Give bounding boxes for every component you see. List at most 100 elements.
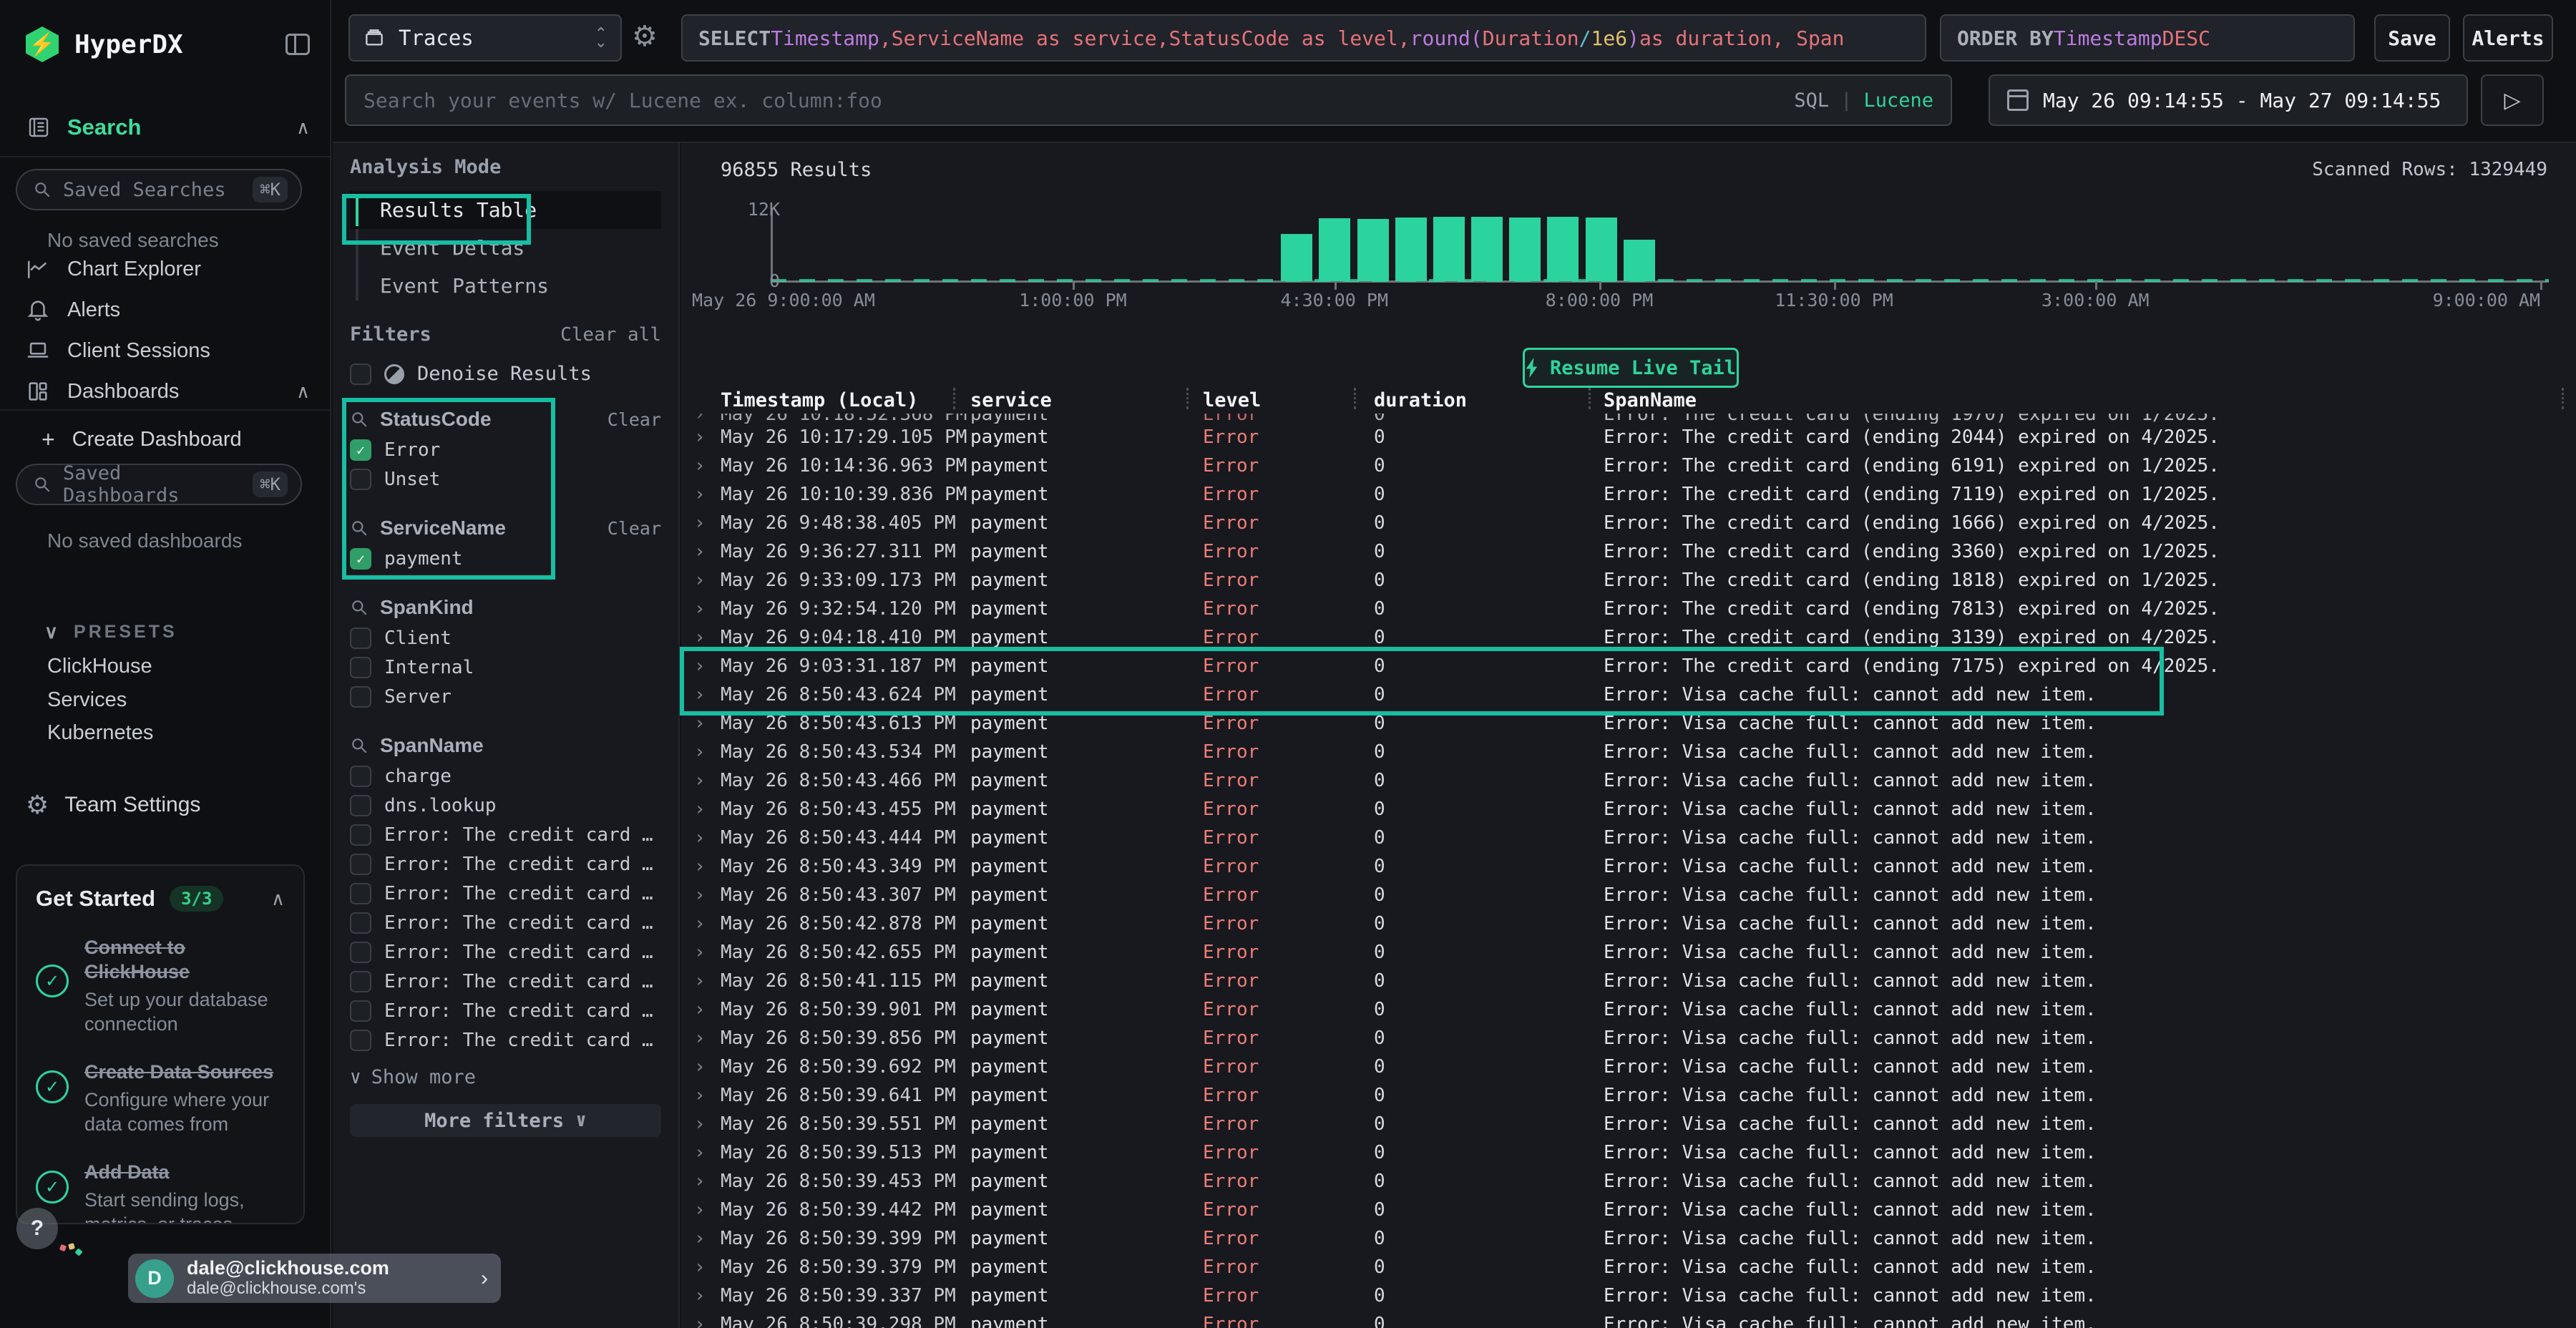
row-expand-chevron[interactable]: › — [694, 942, 706, 963]
checkbox[interactable] — [350, 363, 371, 385]
filter-option[interactable]: Server — [350, 682, 661, 711]
table-row[interactable]: › May 26 8:50:43.307 PM payment Error 0 … — [681, 882, 2576, 910]
row-expand-chevron[interactable]: › — [694, 627, 706, 648]
saved-searches-input[interactable]: Saved Searches ⌘K — [16, 169, 302, 210]
create-dashboard-button[interactable]: + Create Dashboard — [42, 422, 310, 456]
row-expand-chevron[interactable]: › — [694, 1256, 706, 1278]
column-resize-handle[interactable] — [1589, 388, 1591, 409]
checkbox[interactable] — [350, 1030, 371, 1051]
table-row[interactable]: › May 26 8:50:43.444 PM payment Error 0 … — [681, 824, 2576, 853]
table-row[interactable]: › May 26 9:36:27.311 PM payment Error 0 … — [681, 538, 2576, 567]
filter-clear-button[interactable]: Clear — [608, 409, 661, 430]
sidebar-item-dashboards[interactable]: Dashboards ∧ — [26, 374, 310, 409]
table-row[interactable]: › May 26 8:50:43.349 PM payment Error 0 … — [681, 853, 2576, 882]
table-row[interactable]: › May 26 8:50:43.624 PM payment Error 0 … — [681, 681, 2576, 710]
row-expand-chevron[interactable]: › — [694, 770, 706, 791]
filter-option[interactable]: Error: The credit card … — [350, 820, 661, 849]
row-expand-chevron[interactable]: › — [694, 741, 706, 763]
checkbox[interactable] — [350, 469, 371, 490]
row-expand-chevron[interactable]: › — [694, 1199, 706, 1221]
checkbox[interactable] — [350, 628, 371, 649]
get-started-step[interactable]: ✓ Add Data Start sending logs, metrics, … — [36, 1161, 285, 1224]
row-expand-chevron[interactable]: › — [694, 484, 706, 505]
row-expand-chevron[interactable]: › — [694, 1142, 706, 1163]
analysis-mode-event-deltas[interactable]: Event Deltas — [350, 229, 661, 267]
run-query-button[interactable]: ▷ — [2481, 74, 2544, 126]
filter-group-header[interactable]: SpanKind — [350, 592, 661, 623]
histogram-bar[interactable] — [1624, 240, 1655, 281]
checkbox[interactable] — [350, 912, 371, 934]
table-row[interactable]: › May 26 8:50:39.379 PM payment Error 0 … — [681, 1254, 2576, 1282]
lang-sql[interactable]: SQL — [1794, 89, 1829, 112]
table-row[interactable]: › May 26 9:33:09.173 PM payment Error 0 … — [681, 567, 2576, 595]
table-row[interactable]: › May 26 10:10:39.836 PM payment Error 0… — [681, 481, 2576, 509]
column-resize-handle[interactable] — [953, 388, 955, 409]
chevron-up-icon[interactable]: ∧ — [271, 888, 285, 910]
user-menu[interactable]: D dale@clickhouse.com dale@clickhouse.co… — [128, 1254, 501, 1303]
analysis-mode-event-patterns[interactable]: Event Patterns — [350, 267, 661, 305]
col-duration[interactable]: duration — [1374, 389, 1467, 411]
row-expand-chevron[interactable]: › — [694, 541, 706, 562]
table-row[interactable]: › May 26 8:50:39.551 PM payment Error 0 … — [681, 1110, 2576, 1139]
column-resize-handle[interactable] — [2562, 388, 2564, 409]
table-row[interactable]: › May 26 8:50:43.534 PM payment Error 0 … — [681, 738, 2576, 767]
checkbox[interactable] — [350, 795, 371, 816]
column-resize-handle[interactable] — [1354, 388, 1356, 409]
table-row[interactable]: › May 26 8:50:39.641 PM payment Error 0 … — [681, 1082, 2576, 1110]
histogram-bar[interactable] — [1395, 218, 1427, 281]
checkbox[interactable] — [350, 548, 371, 570]
table-row[interactable]: › May 26 8:50:39.856 PM payment Error 0 … — [681, 1025, 2576, 1053]
histogram-bar[interactable] — [1547, 217, 1579, 281]
row-expand-chevron[interactable]: › — [694, 455, 706, 477]
row-expand-chevron[interactable]: › — [694, 799, 706, 820]
filter-option[interactable]: Client — [350, 623, 661, 653]
saved-dashboards-input[interactable]: Saved Dashboards ⌘K — [16, 464, 302, 505]
filter-option[interactable]: charge — [350, 761, 661, 791]
filter-option[interactable]: Error — [350, 435, 661, 464]
table-row[interactable]: › May 26 8:50:43.613 PM payment Error 0 … — [681, 710, 2576, 738]
table-row[interactable]: › May 26 8:50:39.337 PM payment Error 0 … — [681, 1282, 2576, 1311]
sidebar-item-search[interactable]: Search ∧ — [26, 107, 310, 147]
checkbox[interactable] — [350, 854, 371, 875]
filter-option[interactable]: dns.lookup — [350, 791, 661, 820]
get-started-step[interactable]: ✓ Create Data Sources Configure where yo… — [36, 1060, 285, 1136]
table-row[interactable]: › May 26 8:50:39.692 PM payment Error 0 … — [681, 1053, 2576, 1082]
table-row[interactable]: › May 26 8:50:42.878 PM payment Error 0 … — [681, 910, 2576, 939]
language-toggle[interactable]: SQL | Lucene — [1794, 89, 1933, 112]
analysis-mode-results-table[interactable]: Results Table — [350, 191, 661, 229]
row-expand-chevron[interactable]: › — [694, 1085, 706, 1106]
date-range-picker[interactable]: May 26 09:14:55 - May 27 09:14:55 — [1989, 74, 2468, 126]
sidebar-item-chart-explorer[interactable]: Chart Explorer — [26, 252, 310, 286]
filter-option[interactable]: Error: The credit card … — [350, 849, 661, 879]
source-select[interactable]: Traces ⌃⌄ — [348, 14, 622, 62]
row-expand-chevron[interactable]: › — [694, 684, 706, 706]
row-expand-chevron[interactable]: › — [694, 999, 706, 1020]
presets-toggle[interactable]: ∨ PRESETS — [44, 621, 177, 643]
table-row[interactable]: › May 26 10:14:36.963 PM payment Error 0… — [681, 452, 2576, 481]
checkbox[interactable] — [350, 766, 371, 787]
row-expand-chevron[interactable]: › — [694, 570, 706, 591]
histogram-bar[interactable] — [1586, 218, 1617, 281]
histogram-bar[interactable] — [1281, 234, 1312, 281]
col-service[interactable]: service — [970, 389, 1052, 411]
table-row[interactable]: › May 26 8:50:39.442 PM payment Error 0 … — [681, 1196, 2576, 1225]
sidebar-collapse-icon[interactable] — [286, 34, 310, 55]
filter-option[interactable]: Error: The credit card … — [350, 879, 661, 908]
preset-kubernetes[interactable]: Kubernetes — [47, 721, 153, 745]
row-expand-chevron[interactable]: › — [694, 856, 706, 877]
table-row[interactable]: › May 26 8:50:39.453 PM payment Error 0 … — [681, 1168, 2576, 1196]
preset-services[interactable]: Services — [47, 688, 127, 712]
checkbox[interactable] — [350, 971, 371, 992]
table-row[interactable]: › May 26 8:50:43.455 PM payment Error 0 … — [681, 796, 2576, 824]
table-row[interactable]: › May 26 9:04:18.410 PM payment Error 0 … — [681, 624, 2576, 653]
row-expand-chevron[interactable]: › — [694, 913, 706, 934]
table-row[interactable]: › May 26 9:48:38.405 PM payment Error 0 … — [681, 509, 2576, 538]
row-expand-chevron[interactable]: › — [694, 1027, 706, 1049]
checkbox[interactable] — [350, 942, 371, 963]
show-more-button[interactable]: ∨ Show more — [350, 1066, 661, 1088]
more-filters-button[interactable]: More filters ∨ — [350, 1104, 661, 1137]
clear-all-button[interactable]: Clear all — [560, 324, 661, 346]
row-expand-chevron[interactable]: › — [694, 1314, 706, 1328]
row-expand-chevron[interactable]: › — [694, 598, 706, 620]
filter-option[interactable]: Error: The credit card … — [350, 1025, 661, 1055]
